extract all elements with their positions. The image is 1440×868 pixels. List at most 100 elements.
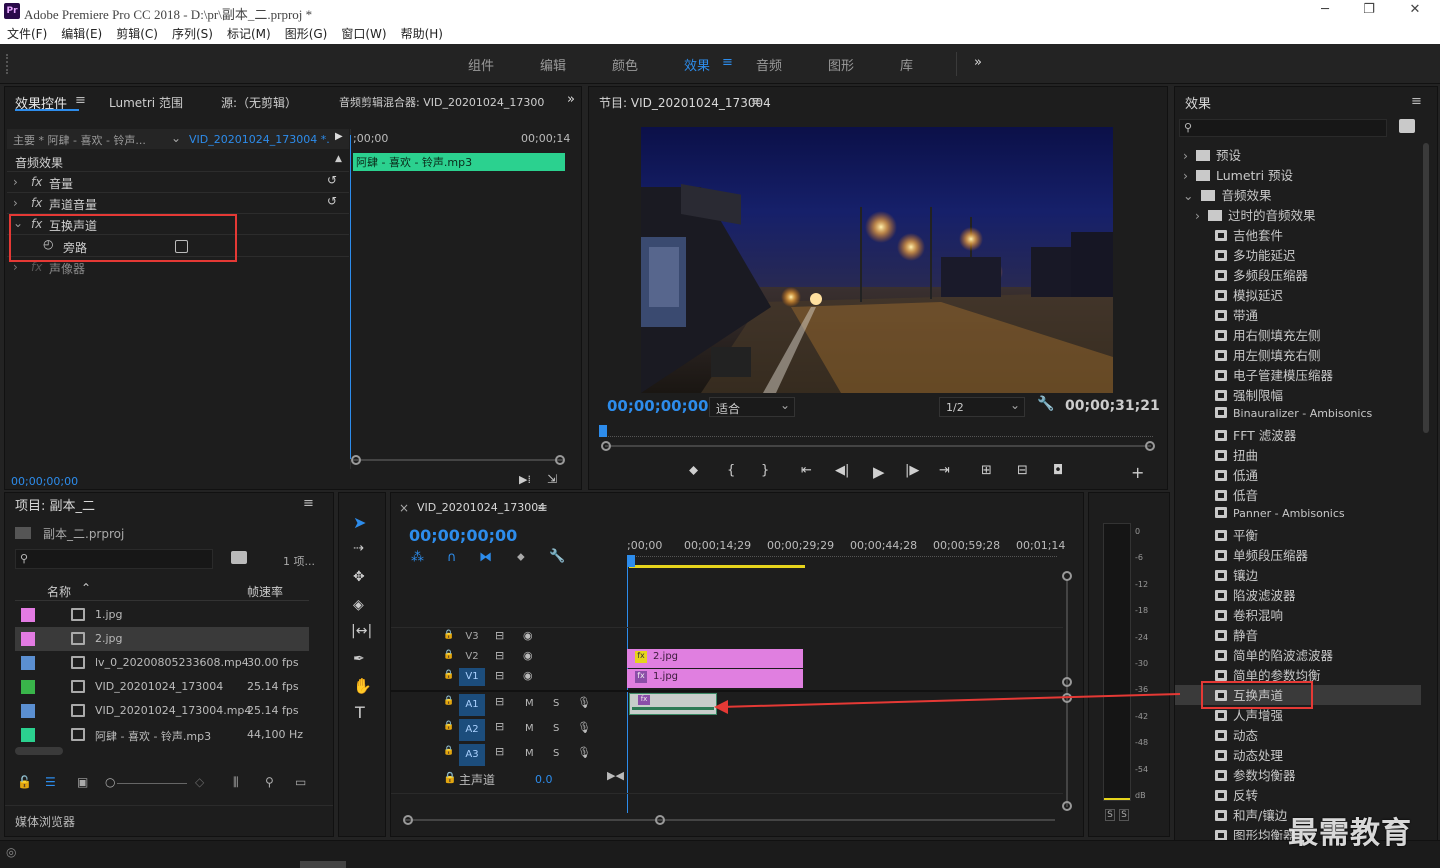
workspace-menu-icon[interactable]: ≡: [722, 55, 733, 70]
audio-clip-bar[interactable]: 阿肆 - 喜欢 - 铃声.mp3: [353, 153, 565, 171]
go-to-in-icon[interactable]: ⇤: [801, 463, 812, 478]
effect-item[interactable]: 单频段压缩器: [1175, 545, 1421, 565]
lock-icon[interactable]: 🔒: [443, 670, 454, 680]
track-select-tool-icon[interactable]: ⇢: [353, 541, 364, 556]
workspace-tab-editing[interactable]: 编辑: [540, 55, 566, 74]
panel-menu-icon[interactable]: ≡: [75, 93, 86, 108]
panel-menu-icon[interactable]: ≡: [537, 501, 548, 516]
h-scroll-handle-right[interactable]: [655, 815, 665, 825]
effect-item[interactable]: 带通: [1175, 305, 1421, 325]
zoom-slider-knob[interactable]: ○: [105, 775, 115, 789]
sequence-tab[interactable]: VID_20201024_173004: [417, 501, 545, 514]
add-marker-icon[interactable]: ⬥: [517, 550, 525, 564]
eye-icon[interactable]: ◉: [523, 669, 533, 682]
more-tabs-icon[interactable]: »: [567, 92, 575, 107]
solo-track-button[interactable]: S: [553, 748, 559, 759]
effect-item[interactable]: Panner - Ambisonics: [1175, 505, 1421, 525]
reset-icon[interactable]: ↺: [327, 194, 337, 208]
eye-icon[interactable]: ◉: [523, 629, 533, 642]
add-marker-icon[interactable]: ⬥: [689, 463, 698, 478]
sort-asc-icon[interactable]: ⌃: [81, 581, 91, 595]
effect-item[interactable]: 电子管建模压缩器: [1175, 365, 1421, 385]
filter-icon[interactable]: ▶⁞: [519, 473, 531, 486]
play-icon[interactable]: ▶: [873, 463, 885, 481]
panel-menu-icon[interactable]: ≡: [1411, 94, 1422, 109]
effect-row-channel-volume[interactable]: › fx 声道音量 ↺: [7, 193, 349, 214]
lock-icon[interactable]: 🔒: [443, 650, 454, 660]
export-icon[interactable]: ⇲: [547, 472, 557, 486]
microphone-icon[interactable]: 🎙: [577, 721, 591, 734]
effect-item[interactable]: Binauralizer - Ambisonics: [1175, 405, 1421, 425]
pen-tool-icon[interactable]: ✒: [353, 651, 365, 667]
toggle-sync-lock-icon[interactable]: ⊟: [495, 649, 504, 662]
track-header[interactable]: 🔒 V1 ⊟ ◉: [391, 667, 627, 687]
effect-controls-timecode[interactable]: 00;00;00;00: [11, 475, 78, 488]
new-bin-icon[interactable]: [1399, 119, 1415, 133]
work-area-bar[interactable]: [629, 565, 805, 568]
menu-sequence[interactable]: 序列(S): [165, 24, 220, 42]
effect-item[interactable]: 卷积混响: [1175, 605, 1421, 625]
effect-item[interactable]: 用右侧填充左侧: [1175, 325, 1421, 345]
effect-item[interactable]: 多频段压缩器: [1175, 265, 1421, 285]
project-h-scrollbar[interactable]: [15, 747, 63, 755]
workspace-more-button[interactable]: »: [974, 55, 982, 70]
program-playhead[interactable]: [599, 425, 607, 437]
expand-icon[interactable]: ›: [13, 260, 18, 274]
master-volume-value[interactable]: 0.0: [535, 773, 553, 786]
v-scroll-handle-bottom[interactable]: [1062, 801, 1072, 811]
effect-item[interactable]: 参数均衡器: [1175, 765, 1421, 785]
effect-item[interactable]: 用左侧填充右侧: [1175, 345, 1421, 365]
panel-menu-icon[interactable]: ≡: [751, 94, 762, 109]
find-icon[interactable]: ⚲: [265, 775, 274, 789]
toggle-sync-lock-icon[interactable]: ⊟: [495, 720, 504, 733]
mute-track-button[interactable]: M: [525, 723, 534, 734]
effect-item[interactable]: 多功能延迟: [1175, 245, 1421, 265]
folder-lumetri-presets[interactable]: › Lumetri 预设: [1175, 165, 1421, 185]
track-target-button[interactable]: V3: [459, 628, 485, 646]
effect-item[interactable]: 扭曲: [1175, 445, 1421, 465]
effect-item[interactable]: 动态处理: [1175, 745, 1421, 765]
timeline-h-scroll[interactable]: [405, 819, 1055, 821]
lock-icon[interactable]: 🔒: [443, 696, 454, 706]
playhead[interactable]: [350, 135, 351, 459]
h-scroll-handle-left[interactable]: [403, 815, 413, 825]
solo-right-button[interactable]: S: [1119, 809, 1129, 821]
step-back-icon[interactable]: ◀|: [835, 463, 849, 478]
expand-icon[interactable]: ›: [13, 175, 18, 189]
media-browser-tab[interactable]: 媒体浏览器: [15, 813, 75, 830]
tab-audio-clip-mixer[interactable]: 音频剪辑混合器: VID_20201024_17300: [339, 94, 547, 110]
v-scroll-handle-top[interactable]: [1062, 571, 1072, 581]
master-to-end-icon[interactable]: ▶◀: [607, 769, 624, 782]
collapse-up-icon[interactable]: ▲: [335, 154, 342, 164]
zoom-scrollbar[interactable]: [353, 459, 563, 461]
clip-v2[interactable]: fx 2.jpg: [627, 649, 803, 668]
panel-menu-icon[interactable]: ≡: [303, 496, 314, 511]
camera-icon[interactable]: ◘: [1053, 463, 1063, 478]
label-color-swatch[interactable]: [21, 656, 35, 670]
tab-source[interactable]: 源:（无剪辑）: [221, 94, 297, 111]
label-color-swatch[interactable]: [21, 680, 35, 694]
expand-icon[interactable]: ›: [13, 196, 18, 210]
workspace-tab-assembly[interactable]: 组件: [468, 55, 494, 74]
label-color-swatch[interactable]: [21, 608, 35, 622]
menu-file[interactable]: 文件(F): [0, 24, 54, 42]
timeline-playhead-line[interactable]: [627, 563, 628, 813]
lock-icon[interactable]: 🔓: [17, 775, 32, 789]
effect-item[interactable]: 动态: [1175, 725, 1421, 745]
hand-tool-icon[interactable]: ✋: [353, 677, 372, 695]
workspace-tab-color[interactable]: 颜色: [612, 55, 638, 74]
effect-item[interactable]: FFT 滤波器: [1175, 425, 1421, 445]
effect-item[interactable]: 反转: [1175, 785, 1421, 805]
toggle-sync-lock-icon[interactable]: ⊟: [495, 669, 504, 682]
effect-item[interactable]: 低音: [1175, 485, 1421, 505]
column-name[interactable]: 名称: [47, 583, 71, 600]
slip-tool-icon[interactable]: |↔|: [351, 623, 372, 639]
settings-wrench-icon[interactable]: 🔧: [549, 549, 565, 564]
mute-track-button[interactable]: M: [525, 748, 534, 759]
effect-item[interactable]: 吉他套件: [1175, 225, 1421, 245]
microphone-icon[interactable]: 🎙: [577, 696, 591, 709]
reset-icon[interactable]: ↺: [327, 173, 337, 187]
project-row[interactable]: lv_0_20200805233608.mp4 30.00 fps: [15, 651, 309, 675]
resolution-dropdown[interactable]: 1/2 ⌄: [939, 397, 1025, 417]
project-search-input[interactable]: ⚲: [15, 549, 213, 569]
